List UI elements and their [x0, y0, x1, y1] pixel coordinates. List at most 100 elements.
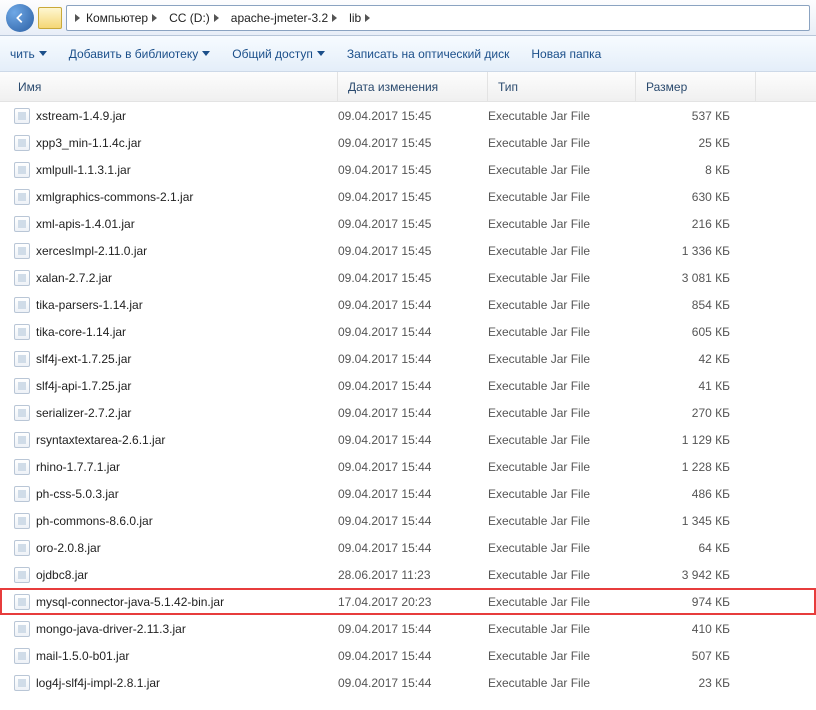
file-name-label: serializer-2.7.2.jar	[36, 406, 131, 420]
file-row[interactable]: xpp3_min-1.1.4c.jar09.04.2017 15:45Execu…	[0, 129, 816, 156]
file-date-cell: 09.04.2017 15:45	[338, 271, 488, 285]
file-name-cell: ph-css-5.0.3.jar	[14, 486, 338, 502]
share-label: Общий доступ	[232, 47, 313, 61]
add-to-library-button[interactable]: Добавить в библиотеку	[69, 47, 211, 61]
file-date-cell: 09.04.2017 15:44	[338, 541, 488, 555]
file-name-cell: xmlpull-1.1.3.1.jar	[14, 162, 338, 178]
file-size-cell: 1 345 КБ	[636, 514, 746, 528]
file-type-cell: Executable Jar File	[488, 568, 636, 582]
file-name-cell: slf4j-ext-1.7.25.jar	[14, 351, 338, 367]
file-size-cell: 42 КБ	[636, 352, 746, 366]
file-row[interactable]: rhino-1.7.7.1.jar09.04.2017 15:44Executa…	[0, 453, 816, 480]
file-row[interactable]: xmlpull-1.1.3.1.jar09.04.2017 15:45Execu…	[0, 156, 816, 183]
file-name-label: oro-2.0.8.jar	[36, 541, 101, 555]
jar-file-icon	[14, 594, 30, 610]
file-list[interactable]: xstream-1.4.9.jar09.04.2017 15:45Executa…	[0, 102, 816, 710]
jar-file-icon	[14, 135, 30, 151]
file-type-cell: Executable Jar File	[488, 325, 636, 339]
file-row[interactable]: xmlgraphics-commons-2.1.jar 09.04.2017 15…	[0, 183, 816, 210]
jar-file-icon	[14, 324, 30, 340]
file-date-cell: 28.06.2017 11:23	[338, 568, 488, 582]
file-row[interactable]: mongo-java-driver-2.11.3.jar09.04.2017 1…	[0, 615, 816, 642]
file-date-cell: 09.04.2017 15:44	[338, 298, 488, 312]
file-size-cell: 23 КБ	[636, 676, 746, 690]
file-name-cell: mail-1.5.0-b01.jar	[14, 648, 338, 664]
jar-file-icon	[14, 513, 30, 529]
file-row[interactable]: tika-core-1.14.jar09.04.2017 15:44Execut…	[0, 318, 816, 345]
file-type-cell: Executable Jar File	[488, 217, 636, 231]
file-name-label: ph-css-5.0.3.jar	[36, 487, 119, 501]
file-size-cell: 854 КБ	[636, 298, 746, 312]
file-row[interactable]: mail-1.5.0-b01.jar09.04.2017 15:44Execut…	[0, 642, 816, 669]
jar-file-icon	[14, 432, 30, 448]
new-folder-button[interactable]: Новая папка	[531, 47, 601, 61]
file-name-label: slf4j-ext-1.7.25.jar	[36, 352, 131, 366]
file-row[interactable]: slf4j-ext-1.7.25.jar09.04.2017 15:44Exec…	[0, 345, 816, 372]
file-size-cell: 630 КБ	[636, 190, 746, 204]
file-name-cell: ojdbc8.jar	[14, 567, 338, 583]
burn-button[interactable]: Записать на оптический диск	[347, 47, 510, 61]
file-type-cell: Executable Jar File	[488, 271, 636, 285]
file-name-cell: ph-commons-8.6.0.jar	[14, 513, 338, 529]
share-button[interactable]: Общий доступ	[232, 47, 325, 61]
file-row[interactable]: serializer-2.7.2.jar09.04.2017 15:44Exec…	[0, 399, 816, 426]
breadcrumb-item[interactable]: Компьютер	[80, 6, 163, 30]
organize-button[interactable]: чить	[10, 47, 47, 61]
file-row[interactable]: xstream-1.4.9.jar 09.04.2017 15:45Executa…	[0, 102, 816, 129]
file-name-label: xml-apis-1.4.01.jar	[36, 217, 135, 231]
chevron-right-icon	[365, 14, 370, 22]
file-type-cell: Executable Jar File	[488, 244, 636, 258]
file-date-cell: 09.04.2017 15:45	[338, 190, 488, 204]
file-date-cell: 09.04.2017 15:45	[338, 163, 488, 177]
file-name-label: ph-commons-8.6.0.jar	[36, 514, 153, 528]
file-size-cell: 1 129 КБ	[636, 433, 746, 447]
column-size[interactable]: Размер	[636, 72, 756, 101]
file-size-cell: 216 КБ	[636, 217, 746, 231]
file-date-cell: 09.04.2017 15:44	[338, 460, 488, 474]
folder-icon	[38, 7, 62, 29]
breadcrumb-item[interactable]: CC (D:)	[163, 6, 225, 30]
file-row[interactable]: rsyntaxtextarea-2.6.1.jar09.04.2017 15:4…	[0, 426, 816, 453]
file-name-label: ojdbc8.jar	[36, 568, 88, 582]
file-row[interactable]: ojdbc8.jar 28.06.2017 11:23Executable Jar…	[0, 561, 816, 588]
column-name[interactable]: Имя	[0, 72, 338, 101]
file-row[interactable]: tika-parsers-1.14.jar09.04.2017 15:44Exe…	[0, 291, 816, 318]
file-date-cell: 09.04.2017 15:45	[338, 244, 488, 258]
breadcrumb-item[interactable]: apache-jmeter-3.2	[225, 6, 343, 30]
file-row[interactable]: ph-css-5.0.3.jar09.04.2017 15:44Executab…	[0, 480, 816, 507]
file-size-cell: 41 КБ	[636, 379, 746, 393]
file-row[interactable]: slf4j-api-1.7.25.jar 09.04.2017 15:44Exec…	[0, 372, 816, 399]
file-row[interactable]: ph-commons-8.6.0.jar09.04.2017 15:44Exec…	[0, 507, 816, 534]
file-name-label: slf4j-api-1.7.25.jar	[36, 379, 131, 393]
file-type-cell: Executable Jar File	[488, 136, 636, 150]
breadcrumb[interactable]: КомпьютерCC (D:)apache-jmeter-3.2lib	[66, 5, 810, 31]
file-type-cell: Executable Jar File	[488, 379, 636, 393]
file-date-cell: 09.04.2017 15:45	[338, 109, 488, 123]
file-name-label: mail-1.5.0-b01.jar	[36, 649, 129, 663]
file-row[interactable]: xml-apis-1.4.01.jar09.04.2017 15:45Execu…	[0, 210, 816, 237]
file-name-label: xmlpull-1.1.3.1.jar	[36, 163, 131, 177]
file-size-cell: 974 КБ	[636, 595, 746, 609]
chevron-down-icon	[317, 51, 325, 56]
chevron-right-icon	[214, 14, 219, 22]
file-row[interactable]: xalan-2.7.2.jar09.04.2017 15:45Executabl…	[0, 264, 816, 291]
column-type[interactable]: Тип	[488, 72, 636, 101]
file-type-cell: Executable Jar File	[488, 352, 636, 366]
nav-back-button[interactable]	[6, 4, 34, 32]
chevron-down-icon	[39, 51, 47, 56]
file-type-cell: Executable Jar File	[488, 406, 636, 420]
file-name-label: xstream-1.4.9.jar	[36, 109, 126, 123]
file-date-cell: 09.04.2017 15:44	[338, 379, 488, 393]
file-name-label: xercesImpl-2.11.0.jar	[36, 244, 147, 258]
file-row[interactable]: mysql-connector-java-5.1.42-bin.jar17.04…	[0, 588, 816, 615]
file-type-cell: Executable Jar File	[488, 109, 636, 123]
file-type-cell: Executable Jar File	[488, 649, 636, 663]
file-row[interactable]: oro-2.0.8.jar09.04.2017 15:44Executable …	[0, 534, 816, 561]
file-name-cell: xercesImpl-2.11.0.jar	[14, 243, 338, 259]
file-row[interactable]: xercesImpl-2.11.0.jar 09.04.2017 15:45Exe…	[0, 237, 816, 264]
breadcrumb-item[interactable]: lib	[343, 6, 376, 30]
addlib-label: Добавить в библиотеку	[69, 47, 199, 61]
column-date[interactable]: Дата изменения	[338, 72, 488, 101]
file-row[interactable]: log4j-slf4j-impl-2.8.1.jar09.04.2017 15:…	[0, 669, 816, 696]
file-name-label: xmlgraphics-commons-2.1.jar	[36, 190, 193, 204]
